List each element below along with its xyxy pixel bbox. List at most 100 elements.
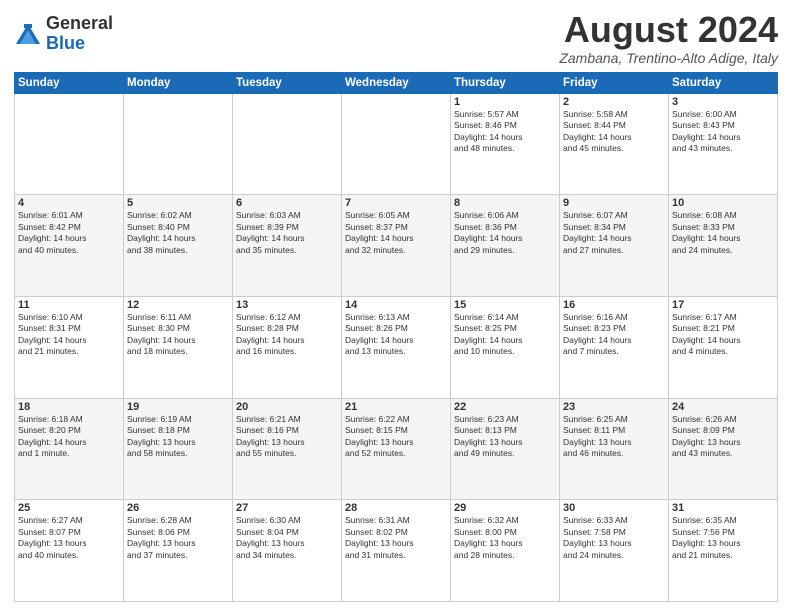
title-block: August 2024 Zambana, Trentino-Alto Adige… bbox=[559, 10, 778, 66]
day-number: 28 bbox=[345, 502, 447, 514]
page: General Blue August 2024 Zambana, Trenti… bbox=[0, 0, 792, 612]
day-number: 15 bbox=[454, 299, 556, 311]
table-cell: 15Sunrise: 6:14 AMSunset: 8:25 PMDayligh… bbox=[451, 296, 560, 398]
calendar-table: Sunday Monday Tuesday Wednesday Thursday… bbox=[14, 72, 778, 602]
day-number: 25 bbox=[18, 502, 120, 514]
logo-icon bbox=[14, 20, 42, 48]
table-cell: 4Sunrise: 6:01 AMSunset: 8:42 PMDaylight… bbox=[15, 195, 124, 297]
day-number: 11 bbox=[18, 299, 120, 311]
day-info: Sunrise: 6:26 AMSunset: 8:09 PMDaylight:… bbox=[672, 414, 774, 460]
day-number: 17 bbox=[672, 299, 774, 311]
table-cell: 8Sunrise: 6:06 AMSunset: 8:36 PMDaylight… bbox=[451, 195, 560, 297]
col-tuesday: Tuesday bbox=[233, 72, 342, 93]
calendar-week-row: 25Sunrise: 6:27 AMSunset: 8:07 PMDayligh… bbox=[15, 500, 778, 602]
day-info: Sunrise: 6:07 AMSunset: 8:34 PMDaylight:… bbox=[563, 210, 665, 256]
calendar-week-row: 18Sunrise: 6:18 AMSunset: 8:20 PMDayligh… bbox=[15, 398, 778, 500]
day-number: 5 bbox=[127, 197, 229, 209]
col-thursday: Thursday bbox=[451, 72, 560, 93]
day-info: Sunrise: 6:32 AMSunset: 8:00 PMDaylight:… bbox=[454, 515, 556, 561]
table-cell: 16Sunrise: 6:16 AMSunset: 8:23 PMDayligh… bbox=[560, 296, 669, 398]
day-number: 18 bbox=[18, 401, 120, 413]
day-number: 1 bbox=[454, 96, 556, 108]
table-cell: 22Sunrise: 6:23 AMSunset: 8:13 PMDayligh… bbox=[451, 398, 560, 500]
table-cell bbox=[342, 93, 451, 195]
header: General Blue August 2024 Zambana, Trenti… bbox=[14, 10, 778, 66]
table-cell bbox=[124, 93, 233, 195]
col-saturday: Saturday bbox=[669, 72, 778, 93]
day-info: Sunrise: 6:22 AMSunset: 8:15 PMDaylight:… bbox=[345, 414, 447, 460]
day-number: 7 bbox=[345, 197, 447, 209]
day-number: 12 bbox=[127, 299, 229, 311]
day-number: 24 bbox=[672, 401, 774, 413]
table-cell: 19Sunrise: 6:19 AMSunset: 8:18 PMDayligh… bbox=[124, 398, 233, 500]
table-cell: 29Sunrise: 6:32 AMSunset: 8:00 PMDayligh… bbox=[451, 500, 560, 602]
day-info: Sunrise: 6:08 AMSunset: 8:33 PMDaylight:… bbox=[672, 210, 774, 256]
day-number: 8 bbox=[454, 197, 556, 209]
day-number: 26 bbox=[127, 502, 229, 514]
table-cell: 14Sunrise: 6:13 AMSunset: 8:26 PMDayligh… bbox=[342, 296, 451, 398]
table-cell: 12Sunrise: 6:11 AMSunset: 8:30 PMDayligh… bbox=[124, 296, 233, 398]
day-info: Sunrise: 6:17 AMSunset: 8:21 PMDaylight:… bbox=[672, 312, 774, 358]
day-info: Sunrise: 6:14 AMSunset: 8:25 PMDaylight:… bbox=[454, 312, 556, 358]
day-info: Sunrise: 6:28 AMSunset: 8:06 PMDaylight:… bbox=[127, 515, 229, 561]
day-number: 29 bbox=[454, 502, 556, 514]
day-info: Sunrise: 6:06 AMSunset: 8:36 PMDaylight:… bbox=[454, 210, 556, 256]
table-cell: 27Sunrise: 6:30 AMSunset: 8:04 PMDayligh… bbox=[233, 500, 342, 602]
day-info: Sunrise: 6:33 AMSunset: 7:58 PMDaylight:… bbox=[563, 515, 665, 561]
month-title: August 2024 bbox=[559, 10, 778, 50]
col-wednesday: Wednesday bbox=[342, 72, 451, 93]
day-number: 21 bbox=[345, 401, 447, 413]
table-cell bbox=[15, 93, 124, 195]
calendar-week-row: 11Sunrise: 6:10 AMSunset: 8:31 PMDayligh… bbox=[15, 296, 778, 398]
day-info: Sunrise: 6:18 AMSunset: 8:20 PMDaylight:… bbox=[18, 414, 120, 460]
table-cell: 17Sunrise: 6:17 AMSunset: 8:21 PMDayligh… bbox=[669, 296, 778, 398]
col-monday: Monday bbox=[124, 72, 233, 93]
table-cell: 13Sunrise: 6:12 AMSunset: 8:28 PMDayligh… bbox=[233, 296, 342, 398]
table-cell: 23Sunrise: 6:25 AMSunset: 8:11 PMDayligh… bbox=[560, 398, 669, 500]
table-cell: 25Sunrise: 6:27 AMSunset: 8:07 PMDayligh… bbox=[15, 500, 124, 602]
day-info: Sunrise: 6:11 AMSunset: 8:30 PMDaylight:… bbox=[127, 312, 229, 358]
table-cell: 2Sunrise: 5:58 AMSunset: 8:44 PMDaylight… bbox=[560, 93, 669, 195]
day-number: 23 bbox=[563, 401, 665, 413]
day-number: 22 bbox=[454, 401, 556, 413]
day-number: 16 bbox=[563, 299, 665, 311]
day-number: 9 bbox=[563, 197, 665, 209]
table-cell: 6Sunrise: 6:03 AMSunset: 8:39 PMDaylight… bbox=[233, 195, 342, 297]
col-friday: Friday bbox=[560, 72, 669, 93]
table-cell: 9Sunrise: 6:07 AMSunset: 8:34 PMDaylight… bbox=[560, 195, 669, 297]
day-info: Sunrise: 6:35 AMSunset: 7:56 PMDaylight:… bbox=[672, 515, 774, 561]
day-number: 13 bbox=[236, 299, 338, 311]
table-cell: 11Sunrise: 6:10 AMSunset: 8:31 PMDayligh… bbox=[15, 296, 124, 398]
day-info: Sunrise: 6:12 AMSunset: 8:28 PMDaylight:… bbox=[236, 312, 338, 358]
logo-blue-text: Blue bbox=[46, 34, 113, 54]
logo: General Blue bbox=[14, 14, 113, 54]
table-cell: 21Sunrise: 6:22 AMSunset: 8:15 PMDayligh… bbox=[342, 398, 451, 500]
day-info: Sunrise: 6:02 AMSunset: 8:40 PMDaylight:… bbox=[127, 210, 229, 256]
day-number: 6 bbox=[236, 197, 338, 209]
day-number: 20 bbox=[236, 401, 338, 413]
day-number: 10 bbox=[672, 197, 774, 209]
day-info: Sunrise: 6:01 AMSunset: 8:42 PMDaylight:… bbox=[18, 210, 120, 256]
day-info: Sunrise: 6:16 AMSunset: 8:23 PMDaylight:… bbox=[563, 312, 665, 358]
day-info: Sunrise: 6:27 AMSunset: 8:07 PMDaylight:… bbox=[18, 515, 120, 561]
day-info: Sunrise: 6:21 AMSunset: 8:16 PMDaylight:… bbox=[236, 414, 338, 460]
day-number: 19 bbox=[127, 401, 229, 413]
table-cell: 24Sunrise: 6:26 AMSunset: 8:09 PMDayligh… bbox=[669, 398, 778, 500]
logo-text: General Blue bbox=[46, 14, 113, 54]
day-info: Sunrise: 6:19 AMSunset: 8:18 PMDaylight:… bbox=[127, 414, 229, 460]
table-cell: 3Sunrise: 6:00 AMSunset: 8:43 PMDaylight… bbox=[669, 93, 778, 195]
day-number: 30 bbox=[563, 502, 665, 514]
table-cell: 5Sunrise: 6:02 AMSunset: 8:40 PMDaylight… bbox=[124, 195, 233, 297]
table-cell: 20Sunrise: 6:21 AMSunset: 8:16 PMDayligh… bbox=[233, 398, 342, 500]
day-number: 14 bbox=[345, 299, 447, 311]
table-cell: 30Sunrise: 6:33 AMSunset: 7:58 PMDayligh… bbox=[560, 500, 669, 602]
day-info: Sunrise: 5:58 AMSunset: 8:44 PMDaylight:… bbox=[563, 109, 665, 155]
day-info: Sunrise: 6:13 AMSunset: 8:26 PMDaylight:… bbox=[345, 312, 447, 358]
calendar-week-row: 4Sunrise: 6:01 AMSunset: 8:42 PMDaylight… bbox=[15, 195, 778, 297]
day-info: Sunrise: 6:10 AMSunset: 8:31 PMDaylight:… bbox=[18, 312, 120, 358]
table-cell: 31Sunrise: 6:35 AMSunset: 7:56 PMDayligh… bbox=[669, 500, 778, 602]
table-cell: 28Sunrise: 6:31 AMSunset: 8:02 PMDayligh… bbox=[342, 500, 451, 602]
table-cell: 26Sunrise: 6:28 AMSunset: 8:06 PMDayligh… bbox=[124, 500, 233, 602]
day-info: Sunrise: 6:23 AMSunset: 8:13 PMDaylight:… bbox=[454, 414, 556, 460]
table-cell bbox=[233, 93, 342, 195]
